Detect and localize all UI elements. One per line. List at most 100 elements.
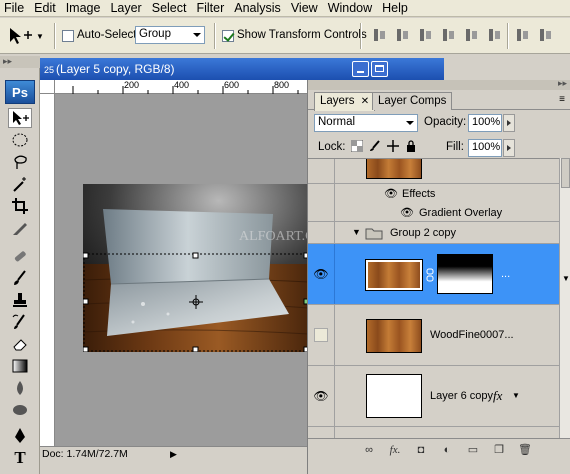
eye-icon[interactable]: 👁 bbox=[400, 206, 414, 219]
expand-effects-icon[interactable]: ▼ bbox=[512, 391, 520, 400]
document-size-info[interactable]: Doc: 1.74M/72.7M bbox=[42, 448, 128, 460]
eraser-tool[interactable] bbox=[8, 334, 32, 354]
blend-mode-dropdown[interactable]: Normal bbox=[314, 114, 418, 132]
new-layer-icon[interactable]: ❐ bbox=[492, 443, 506, 456]
fill-slider-button[interactable] bbox=[503, 139, 515, 157]
layer-mask-thumbnail[interactable] bbox=[437, 254, 493, 294]
tab-layer-comps[interactable]: Layer Comps bbox=[372, 92, 453, 110]
dodge-tool[interactable] bbox=[8, 400, 32, 420]
menu-filter[interactable]: Filter bbox=[192, 0, 230, 17]
tab-layers[interactable]: Layers ✕ bbox=[314, 92, 376, 111]
slice-tool[interactable] bbox=[8, 218, 32, 238]
menu-file[interactable]: File bbox=[0, 0, 30, 17]
opacity-value: 100% bbox=[472, 116, 501, 128]
scroll-thumb[interactable] bbox=[561, 158, 570, 188]
visibility-toggle[interactable]: 👁 bbox=[308, 244, 335, 304]
group-row[interactable]: ▼ Group 2 copy bbox=[308, 222, 559, 244]
visibility-toggle[interactable] bbox=[308, 184, 335, 203]
gradient-tool[interactable] bbox=[8, 356, 32, 376]
gradient-overlay-row[interactable]: 👁 Gradient Overlay bbox=[308, 203, 559, 222]
visibility-toggle[interactable]: 👁 bbox=[308, 366, 335, 426]
lock-transparency-icon[interactable] bbox=[350, 139, 364, 153]
panel-menu-icon[interactable]: ≡ bbox=[559, 94, 565, 105]
lasso-tool[interactable] bbox=[8, 152, 32, 172]
close-icon[interactable]: ✕ bbox=[361, 96, 369, 107]
align-left-icon[interactable] bbox=[441, 26, 457, 44]
crop-icon bbox=[12, 198, 28, 214]
toolbox-grip[interactable]: ▸▸ bbox=[0, 56, 40, 68]
visibility-toggle[interactable] bbox=[308, 203, 335, 221]
layer-row[interactable]: WoodFine0007... bbox=[308, 305, 559, 366]
align-vcenter-icon[interactable] bbox=[395, 26, 411, 44]
trash-icon[interactable]: 🗑 bbox=[518, 443, 532, 456]
menu-edit[interactable]: Edit bbox=[30, 0, 62, 17]
scroll-arrow-icon[interactable]: ▼ bbox=[562, 274, 570, 283]
visibility-toggle[interactable] bbox=[308, 305, 335, 365]
chevron-down-icon bbox=[406, 121, 414, 125]
marquee-tool[interactable] bbox=[8, 130, 32, 150]
lock-all-icon[interactable] bbox=[404, 139, 418, 153]
layer-thumbnail bbox=[366, 374, 422, 418]
adjustment-layer-icon[interactable]: ◐ bbox=[440, 444, 454, 456]
auto-select-dropdown[interactable]: Group bbox=[135, 26, 205, 44]
opacity-input[interactable]: 100% bbox=[468, 114, 502, 132]
show-transform-checkbox[interactable] bbox=[222, 30, 234, 42]
auto-select-checkbox[interactable] bbox=[62, 30, 74, 42]
layer-row[interactable] bbox=[308, 427, 559, 438]
align-top-icon[interactable] bbox=[372, 26, 388, 44]
pen-tool[interactable] bbox=[8, 426, 32, 446]
move-tool[interactable] bbox=[8, 108, 32, 128]
new-group-icon[interactable]: ▭ bbox=[466, 443, 480, 456]
blur-tool[interactable] bbox=[8, 378, 32, 398]
divider bbox=[507, 23, 509, 49]
document-title-bar[interactable]: 25 (Layer 5 copy, RGB/8) bbox=[40, 58, 444, 80]
type-tool[interactable]: T bbox=[8, 448, 32, 468]
menu-view[interactable]: View bbox=[287, 0, 324, 17]
vertical-ruler[interactable] bbox=[40, 94, 55, 446]
tool-preset-picker[interactable]: ▼ bbox=[6, 24, 46, 48]
eye-icon[interactable]: 👁 bbox=[384, 187, 398, 200]
clone-stamp-tool[interactable] bbox=[8, 290, 32, 310]
history-brush-tool[interactable] bbox=[8, 312, 32, 332]
distribute-vcenter-icon[interactable] bbox=[538, 26, 554, 44]
add-style-icon[interactable]: fx. bbox=[388, 444, 402, 456]
layer-row[interactable]: 👁 Layer 6 copy fx ▼ bbox=[308, 366, 559, 427]
layer-row-selected[interactable]: 👁 ... bbox=[308, 244, 559, 305]
minimize-button[interactable] bbox=[352, 61, 369, 77]
align-right-icon[interactable] bbox=[487, 26, 503, 44]
status-menu-arrow-icon[interactable]: ▶ bbox=[170, 447, 177, 462]
effects-row[interactable]: 👁 Effects bbox=[308, 184, 559, 203]
chain-link-icon[interactable] bbox=[426, 268, 434, 282]
align-bottom-icon[interactable] bbox=[418, 26, 434, 44]
menu-image[interactable]: Image bbox=[62, 0, 107, 17]
lock-position-icon[interactable] bbox=[386, 139, 400, 153]
menu-select[interactable]: Select bbox=[148, 0, 193, 17]
menu-analysis[interactable]: Analysis bbox=[230, 0, 287, 17]
brush-tool[interactable] bbox=[8, 268, 32, 288]
visibility-toggle[interactable] bbox=[308, 222, 335, 243]
panel-grip[interactable]: ▸▸ bbox=[308, 78, 570, 90]
maximize-button[interactable] bbox=[371, 61, 388, 77]
menu-help[interactable]: Help bbox=[378, 0, 414, 17]
distribute-top-icon[interactable] bbox=[515, 26, 531, 44]
healing-tool[interactable] bbox=[8, 246, 32, 266]
lock-pixels-icon[interactable] bbox=[368, 139, 382, 153]
crop-tool[interactable] bbox=[8, 196, 32, 216]
align-hcenter-icon[interactable] bbox=[464, 26, 480, 44]
menu-layer[interactable]: Layer bbox=[106, 0, 147, 17]
link-layers-icon[interactable]: ∞ bbox=[362, 444, 376, 456]
opacity-slider-button[interactable] bbox=[503, 114, 515, 132]
expand-toggle-icon[interactable]: ▼ bbox=[352, 227, 361, 237]
visibility-toggle[interactable] bbox=[308, 159, 335, 183]
fx-icon[interactable]: fx bbox=[493, 388, 502, 404]
visibility-toggle[interactable] bbox=[308, 427, 335, 438]
fill-input[interactable]: 100% bbox=[468, 139, 502, 157]
magic-wand-tool[interactable] bbox=[8, 174, 32, 194]
ruler-origin[interactable] bbox=[40, 80, 55, 94]
layer-list-scrollbar[interactable]: ▼ bbox=[559, 158, 570, 438]
collapse-icon[interactable]: ▸▸ bbox=[558, 78, 567, 89]
add-mask-icon[interactable]: ◘ bbox=[414, 444, 428, 456]
document-canvas[interactable]: ALFOART.COM bbox=[83, 184, 309, 352]
layer-row[interactable] bbox=[308, 159, 559, 184]
menu-window[interactable]: Window bbox=[324, 0, 378, 17]
